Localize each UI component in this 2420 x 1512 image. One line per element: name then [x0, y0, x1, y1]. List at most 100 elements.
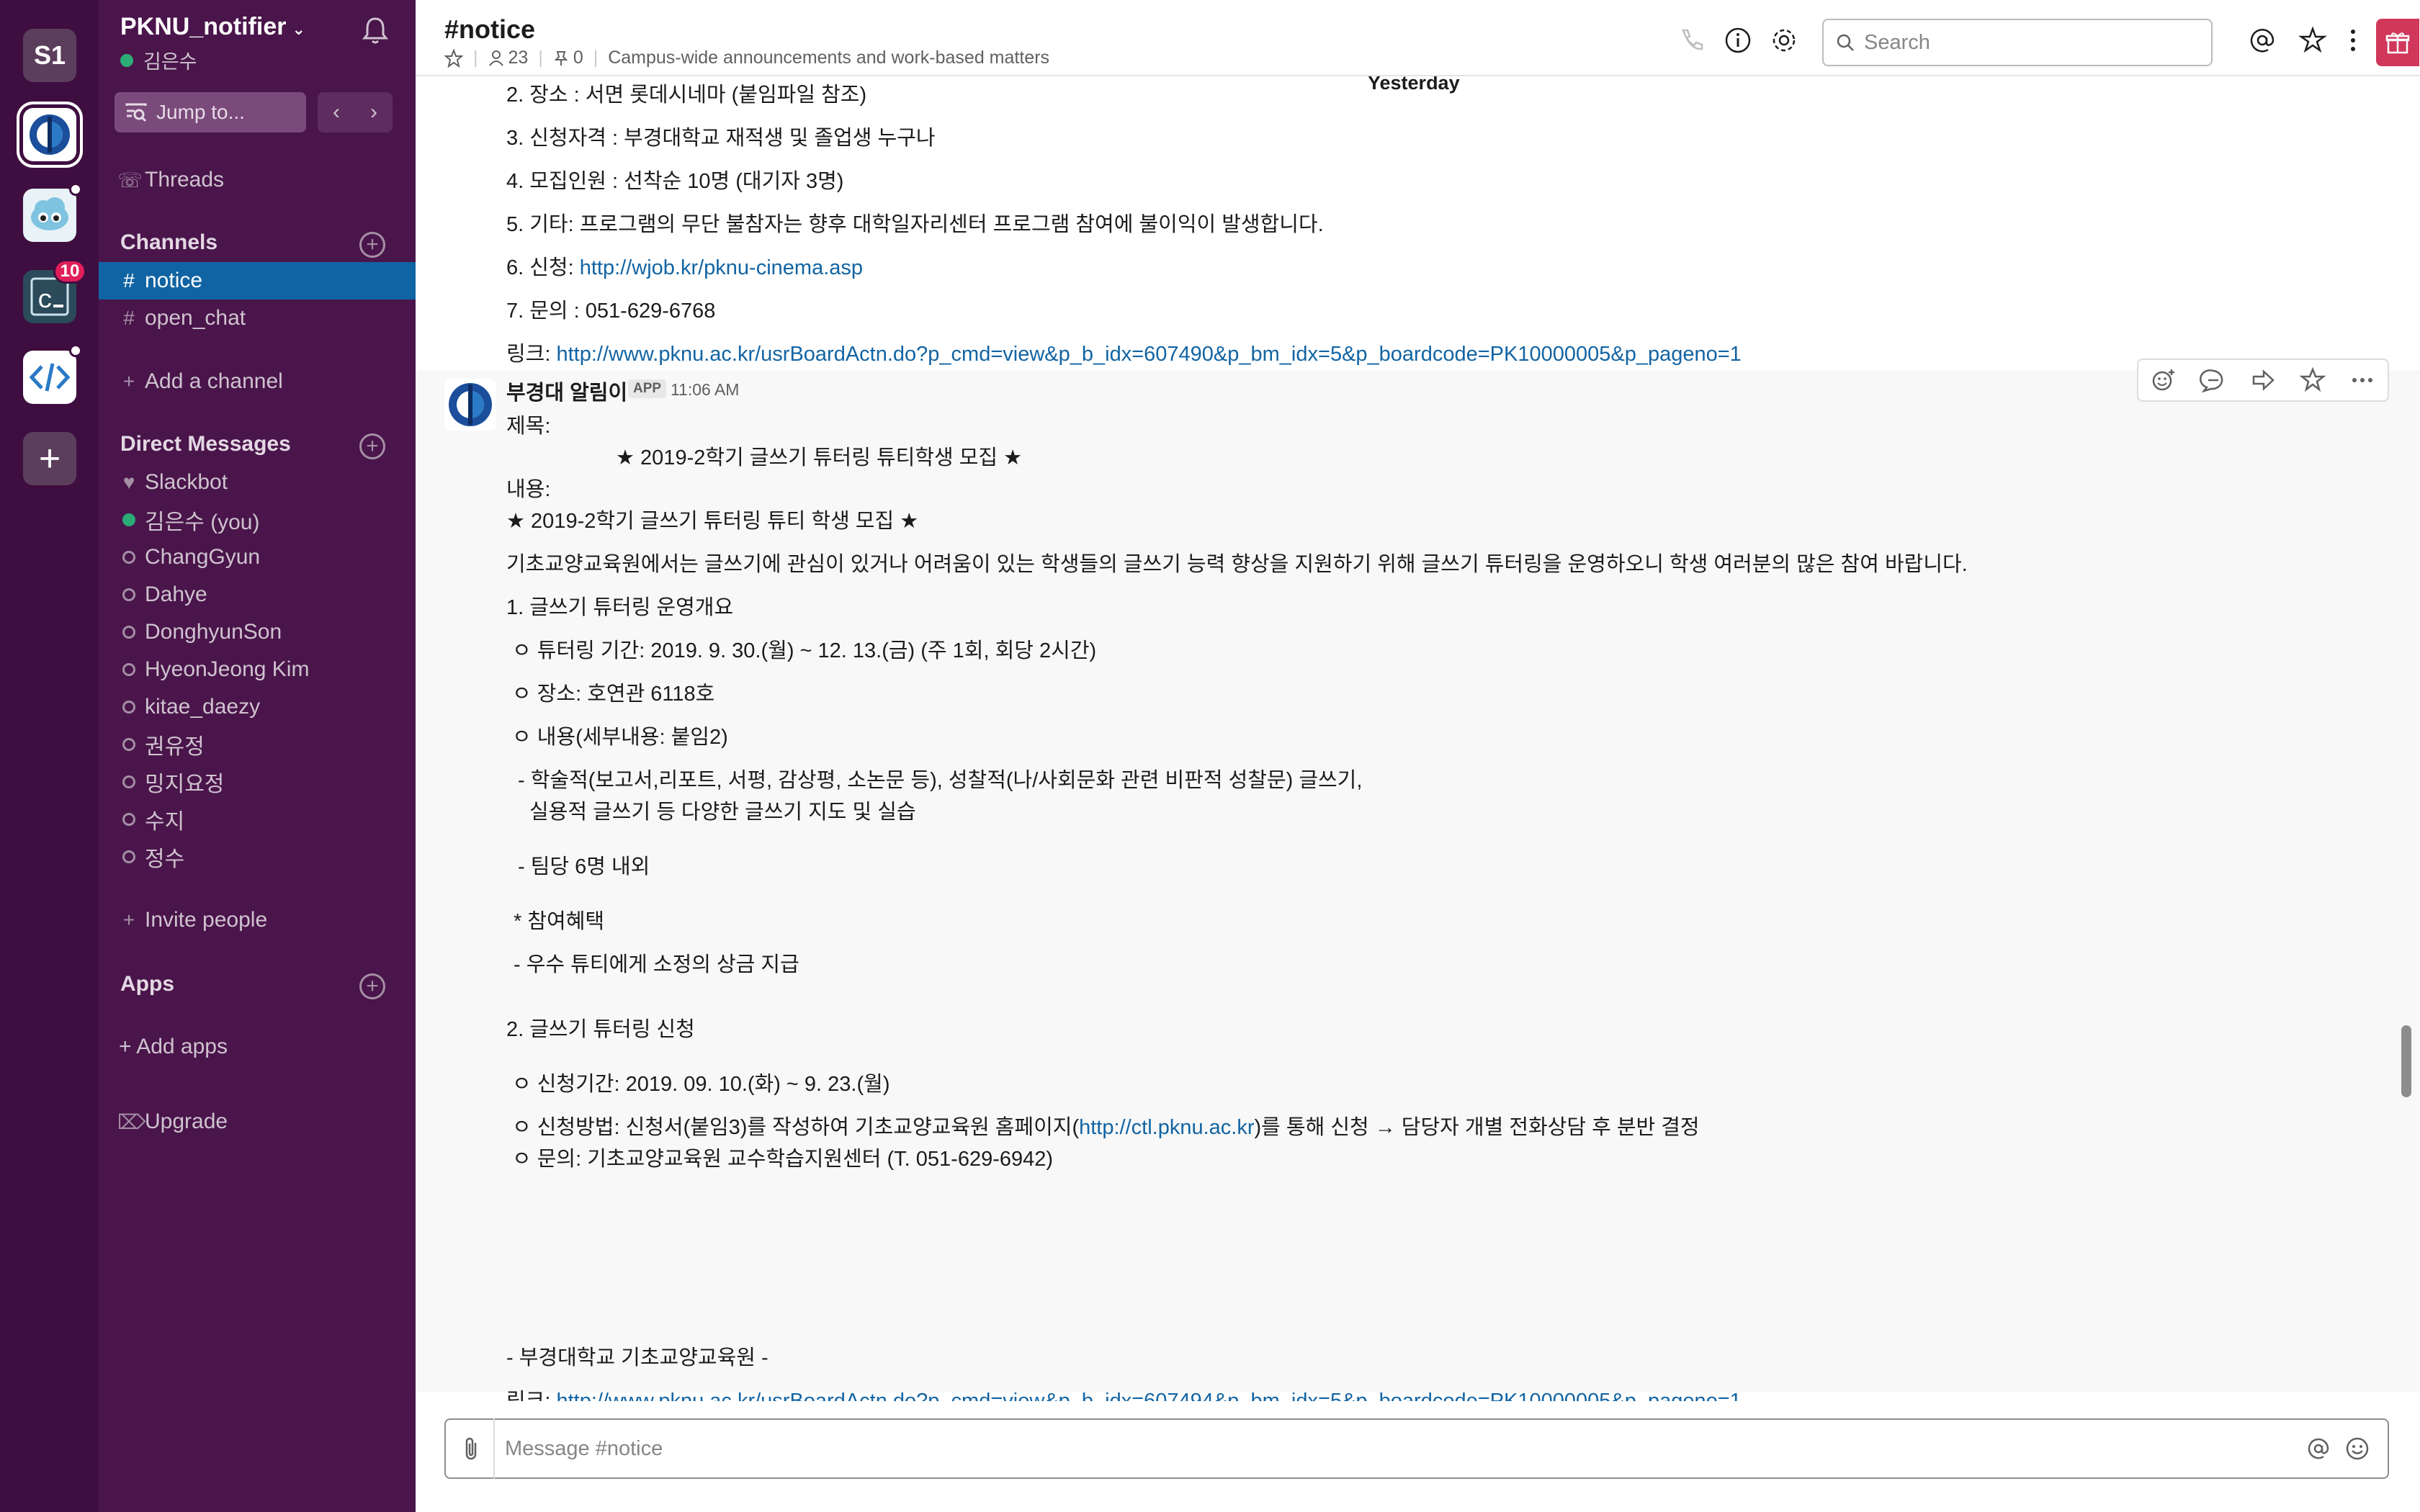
message-text: ★ 2019-2학기 글쓰기 튜터링 튜티 학생 모집 ★	[506, 510, 919, 533]
history-back-button[interactable]: ‹	[318, 92, 355, 132]
sidebar-item-label: open_chat	[145, 306, 246, 330]
sidebar-item-suji[interactable]: 수지	[99, 801, 416, 838]
message-timestamp[interactable]: 11:06 AM	[671, 380, 739, 400]
apps-header[interactable]: Apps	[120, 972, 174, 996]
message-scrollbar[interactable]	[2401, 1025, 2411, 1097]
message-composer[interactable]: Message #notice	[444, 1418, 2389, 1479]
mention-at-icon[interactable]	[2305, 1436, 2331, 1462]
away-status-icon	[117, 696, 140, 719]
message-text: ㅇ 튜터링 기간: 2019. 9. 30.(월) ~ 12. 13.(금) (…	[512, 639, 1097, 662]
sidebar-item-open-chat[interactable]: # open_chat	[99, 300, 416, 337]
member-count: 23	[508, 48, 529, 68]
sidebar-item-label: kitae_daezy	[145, 695, 261, 719]
add-dm-plus-icon[interactable]: +	[359, 433, 385, 459]
threads-icon: ☏	[117, 168, 143, 192]
add-workspace-button[interactable]: +	[23, 432, 76, 485]
message-link[interactable]: http://ctl.pknu.ac.kr	[1079, 1116, 1254, 1139]
add-reaction-icon[interactable]	[2150, 366, 2177, 394]
heart-icon: ♥	[122, 471, 135, 493]
workspace-pknu-button[interactable]	[23, 108, 76, 161]
pinned-count-button[interactable]: 0	[553, 48, 583, 68]
share-arrow-icon[interactable]	[2249, 366, 2277, 394]
message-text: - 학술적(보고서,리포트, 서평, 감상평, 소논문 등), 성찰적(나/사회…	[518, 769, 1363, 792]
message-text: 7. 문의 : 051-629-6768	[506, 300, 716, 323]
sidebar-item-donghyunson[interactable]: DonghyunSon	[99, 613, 416, 651]
message-text: 링크:	[506, 1390, 557, 1401]
sidebar-item-kwonyujeong[interactable]: 권유정	[99, 726, 416, 763]
sidebar-item-threads[interactable]: ☏ Threads	[99, 161, 416, 199]
message-text: - 우수 튜티에게 소정의 상금 지급	[514, 953, 799, 976]
member-count-button[interactable]: 23	[488, 48, 529, 68]
message-text: ㅇ 신청방법: 신청서(붙임3)를 작성하여 기초교양교육원 홈페이지(	[512, 1116, 1080, 1139]
add-channel-plus-icon[interactable]: +	[359, 232, 385, 258]
sidebar-item-changgyun[interactable]: ChangGyun	[99, 539, 416, 576]
direct-messages-header[interactable]: Direct Messages	[120, 432, 291, 456]
message-text: - 팀당 6명 내외	[518, 855, 650, 878]
team-name: PKNU_notifier	[120, 13, 287, 40]
sidebar-item-jeongsu[interactable]: 정수	[99, 838, 416, 876]
more-horizontal-icon[interactable]	[2349, 366, 2376, 394]
gift-button[interactable]	[2376, 19, 2419, 66]
workspace-rail: S1 c 10 +	[0, 0, 99, 1512]
sidebar-item-dahye[interactable]: Dahye	[99, 576, 416, 613]
sidebar-item-hyeonjeong-kim[interactable]: HyeonJeong Kim	[99, 651, 416, 688]
message-link[interactable]: http://www.pknu.ac.kr/usrBoardActn.do?p_…	[556, 343, 1741, 366]
message-actions-toolbar	[2137, 359, 2389, 402]
message-link[interactable]: http://www.pknu.ac.kr/usrBoardActn.do?p_…	[556, 1390, 1741, 1401]
hash-icon: #	[123, 269, 135, 292]
message-text: 내용:	[506, 478, 551, 501]
message-text: 기초교양교육원에서는 글쓰기에 관심이 있거나 어려움이 있는 학생들의 글쓰기…	[506, 553, 1968, 576]
emoji-icon[interactable]	[2344, 1436, 2370, 1462]
phone-icon[interactable]	[1676, 24, 1708, 56]
sidebar-item-mingjiyojeong[interactable]: 밍지요정	[99, 763, 416, 801]
paperclip-icon	[465, 1437, 477, 1460]
more-vertical-icon[interactable]	[2337, 24, 2369, 56]
upgrade-tag-icon: ⌦	[117, 1110, 146, 1133]
add-app-plus-icon[interactable]: +	[359, 973, 385, 999]
gear-icon[interactable]	[1768, 24, 1800, 56]
pknu-logo-icon	[449, 383, 492, 426]
message-text: ㅇ 내용(세부내용: 붙임2)	[512, 726, 728, 749]
sidebar-item-label: Slackbot	[145, 470, 228, 494]
info-icon[interactable]	[1722, 24, 1754, 56]
starred-items-icon[interactable]	[2297, 24, 2329, 56]
channel-title[interactable]: #notice	[444, 14, 535, 45]
sidebar-item-slackbot[interactable]: ♥ Slackbot	[99, 464, 416, 501]
away-status-icon	[117, 808, 140, 831]
star-icon[interactable]	[2299, 366, 2326, 394]
sidebar-item-label: DonghyunSon	[145, 620, 282, 644]
upgrade-button[interactable]: ⌦ Upgrade	[99, 1103, 416, 1140]
invite-people-button[interactable]: + Invite people	[99, 901, 416, 939]
message-sender[interactable]: 부경대 알림이	[506, 376, 627, 406]
message-link[interactable]: http://wjob.kr/pknu-cinema.asp	[580, 256, 863, 279]
channel-meta: | 23 | 0 | Campus-wide announcements and…	[444, 48, 1049, 68]
notifications-bell-icon[interactable]	[359, 14, 391, 46]
sidebar-item-kitae-daezy[interactable]: kitae_daezy	[99, 688, 416, 726]
jump-to-button[interactable]: Jump to...	[115, 92, 306, 132]
search-input[interactable]: Search	[1822, 19, 2213, 66]
sidebar-item-self[interactable]: 김은수 (you)	[99, 501, 416, 539]
team-menu-button[interactable]: PKNU_notifier ⌄	[120, 13, 305, 41]
sidebar-item-label: 정수	[145, 847, 185, 871]
reply-thread-icon[interactable]	[2199, 366, 2227, 394]
add-channel-button[interactable]: + Add a channel	[99, 363, 416, 400]
workspace-cloud-button[interactable]	[23, 189, 76, 242]
pin-icon	[554, 50, 568, 66]
attach-file-button[interactable]	[450, 1436, 493, 1462]
sidebar-item-notice[interactable]: # notice	[99, 262, 416, 300]
channels-header[interactable]: Channels	[120, 230, 218, 255]
workspace-c-badge: 10	[53, 259, 86, 284]
current-user[interactable]: 김은수	[120, 46, 197, 74]
channel-topic[interactable]: Campus-wide announcements and work-based…	[608, 48, 1049, 68]
workspace-code-button[interactable]	[23, 351, 76, 404]
mentions-at-icon[interactable]	[2246, 24, 2278, 56]
message-text: )를 통해 신청 → 담당자 개별 전화상담 후 분반 결정	[1254, 1116, 1700, 1139]
sidebar-item-label: ChangGyun	[145, 545, 261, 569]
star-icon[interactable]	[444, 48, 463, 68]
message-input[interactable]: Message #notice	[493, 1418, 2305, 1479]
add-apps-button[interactable]: + Add apps	[99, 1028, 416, 1066]
day-divider: Yesterday	[1359, 76, 1469, 94]
avatar[interactable]	[444, 379, 496, 431]
history-forward-button[interactable]: ›	[355, 92, 393, 132]
workspace-s1-button[interactable]: S1	[23, 29, 76, 82]
